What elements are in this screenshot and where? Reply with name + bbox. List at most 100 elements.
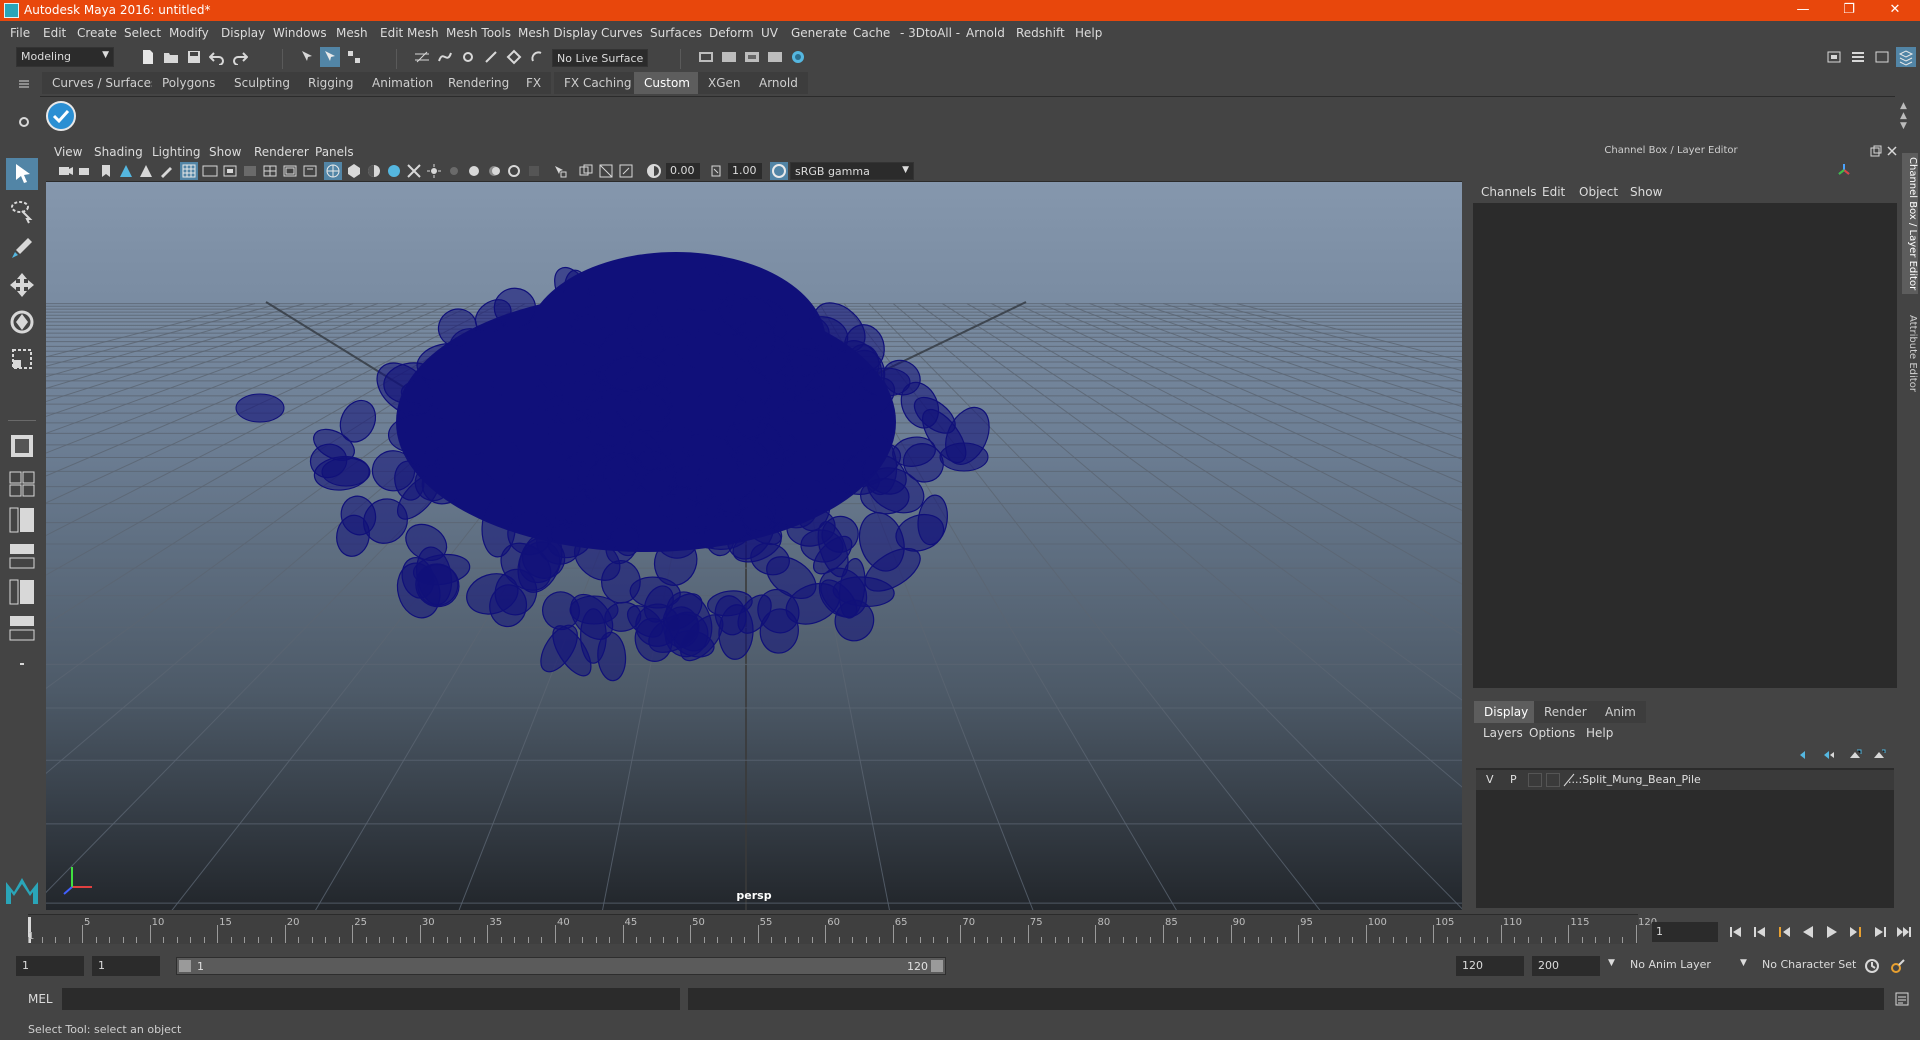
menu-arnold[interactable]: Arnold xyxy=(966,26,1005,40)
restore-button[interactable]: ❐ xyxy=(1826,0,1872,21)
tab-arnold[interactable]: Arnold xyxy=(749,72,808,94)
layer-row[interactable]: V P ...:Split_Mung_Bean_Pile xyxy=(1476,770,1894,790)
persp-hypershade-layout-button[interactable] xyxy=(6,576,38,608)
modeling-toolkit-icon[interactable] xyxy=(1826,49,1842,65)
playback-start-field[interactable]: 1 xyxy=(92,956,160,976)
shelf-scroll-arrows[interactable]: ▲ ▲ ▼ xyxy=(1900,101,1907,131)
rotate-tool-button[interactable] xyxy=(6,306,38,338)
menu-uv[interactable]: UV xyxy=(761,26,778,40)
camera-select-icon[interactable] xyxy=(58,163,74,179)
new-scene-icon[interactable] xyxy=(140,49,156,65)
animation-start-field[interactable]: 1 xyxy=(16,956,84,976)
animation-preferences-icon[interactable] xyxy=(1890,958,1906,974)
viewport-menu-panels[interactable]: Panels xyxy=(315,145,354,159)
go-to-end-icon[interactable] xyxy=(1895,923,1913,941)
render-settings-icon[interactable] xyxy=(744,49,760,65)
safe-title-icon[interactable] xyxy=(302,163,318,179)
grid-toggle-button[interactable] xyxy=(180,162,198,180)
use-all-lights-icon[interactable] xyxy=(426,163,442,179)
step-back-key-icon[interactable] xyxy=(1751,923,1769,941)
layer-menu-options[interactable]: Options xyxy=(1529,726,1575,740)
menu-cache[interactable]: Cache xyxy=(853,26,890,40)
playback-end-field[interactable]: 120 xyxy=(1456,956,1524,976)
shelf-menu-icon[interactable] xyxy=(16,76,32,92)
channel-menu-object[interactable]: Object xyxy=(1579,185,1618,199)
animation-end-field[interactable]: 200 xyxy=(1532,956,1600,976)
command-input[interactable] xyxy=(62,988,680,1010)
go-to-start-icon[interactable] xyxy=(1727,923,1745,941)
menu-surfaces[interactable]: Surfaces xyxy=(650,26,702,40)
layer-tab-anim[interactable]: Anim xyxy=(1595,701,1646,723)
paint-select-tool-button[interactable] xyxy=(6,232,38,264)
motion-blur-icon[interactable] xyxy=(486,163,502,179)
manipulator-icon[interactable] xyxy=(1836,162,1852,178)
live-surface-field[interactable]: No Live Surface xyxy=(552,49,648,67)
outliner-persp-layout-button[interactable] xyxy=(6,612,38,644)
screen-space-ao-icon[interactable] xyxy=(466,163,482,179)
layer-menu-layers[interactable]: Layers xyxy=(1483,726,1523,740)
side-tab-attribute-editor[interactable]: Attribute Editor xyxy=(1902,311,1918,396)
undo-icon[interactable] xyxy=(209,49,225,65)
menu-mesh[interactable]: Mesh xyxy=(336,26,368,40)
script-editor-icon[interactable] xyxy=(1894,991,1910,1007)
use-default-material-icon[interactable] xyxy=(366,163,382,179)
menu-redshift[interactable]: Redshift xyxy=(1016,26,1065,40)
gate-mask-icon[interactable] xyxy=(242,163,258,179)
move-layer-down-icon[interactable] xyxy=(1822,748,1836,762)
viewport-menu-view[interactable]: View xyxy=(54,145,82,159)
ipr-render-icon[interactable] xyxy=(721,49,737,65)
current-frame-field[interactable]: 1 xyxy=(1652,922,1718,942)
film-gate-icon[interactable] xyxy=(202,163,218,179)
persp-outliner-layout-button[interactable] xyxy=(6,504,38,536)
layer-tab-render[interactable]: Render xyxy=(1534,701,1597,723)
perspective-viewport[interactable]: persp xyxy=(46,182,1462,910)
snap-to-grid-icon[interactable] xyxy=(414,49,430,65)
select-tool-button[interactable] xyxy=(6,158,38,190)
xray-joints-icon[interactable] xyxy=(618,163,634,179)
character-set-dropdown[interactable]: ▼ No Character Set xyxy=(1740,956,1862,976)
viewport-menu-lighting[interactable]: Lighting xyxy=(152,145,201,159)
make-live-icon[interactable] xyxy=(506,49,522,65)
layer-color-swatch[interactable] xyxy=(1546,773,1560,787)
range-start-handle[interactable] xyxy=(179,960,191,972)
camera-attributes-icon[interactable] xyxy=(78,163,94,179)
tab-animation[interactable]: Animation xyxy=(362,72,444,94)
bookmark-icon[interactable] xyxy=(98,163,114,179)
color-management-toggle[interactable] xyxy=(770,162,788,180)
menu-deform[interactable]: Deform xyxy=(709,26,754,40)
menu-file[interactable]: File xyxy=(10,26,30,40)
field-chart-icon[interactable] xyxy=(262,163,278,179)
channel-menu-channels[interactable]: Channels xyxy=(1481,185,1537,199)
save-scene-icon[interactable] xyxy=(186,49,202,65)
time-slider[interactable]: 1 5 10 15 20 25 30 35 40 45 50 55 60 65 70 75 80 85 90 95 1… xyxy=(28,914,1657,944)
anti-aliasing-icon[interactable] xyxy=(506,163,522,179)
step-back-frame-icon[interactable] xyxy=(1775,923,1793,941)
menu-edit-mesh[interactable]: Edit Mesh xyxy=(380,26,439,40)
minimize-button[interactable]: — xyxy=(1780,0,1826,21)
redo-icon[interactable] xyxy=(232,49,248,65)
float-panel-icon[interactable] xyxy=(1870,145,1882,157)
move-tool-button[interactable] xyxy=(6,269,38,301)
grease-pencil-icon[interactable] xyxy=(158,163,174,179)
viewport-menu-show[interactable]: Show xyxy=(209,145,241,159)
toolbox-more-button[interactable] xyxy=(6,648,38,680)
menu-curves[interactable]: Curves xyxy=(601,26,643,40)
tab-custom[interactable]: Custom xyxy=(634,72,700,94)
step-forward-frame-icon[interactable] xyxy=(1847,923,1865,941)
hypershade-icon[interactable] xyxy=(767,49,783,65)
new-layer-from-selection-icon[interactable] xyxy=(1872,748,1886,762)
split-mung-bean-pile-mesh[interactable] xyxy=(235,252,998,682)
viewport-menu-shading[interactable]: Shading xyxy=(94,145,143,159)
menu-generate[interactable]: Generate xyxy=(791,26,847,40)
tab-xgen[interactable]: XGen xyxy=(698,72,751,94)
step-forward-key-icon[interactable] xyxy=(1871,923,1889,941)
layer-name[interactable]: ...:Split_Mung_Bean_Pile xyxy=(1568,773,1701,786)
xray-icon[interactable] xyxy=(578,163,594,179)
four-view-layout-button[interactable] xyxy=(6,468,38,500)
menu-create[interactable]: Create xyxy=(77,26,117,40)
menu-modify[interactable]: Modify xyxy=(169,26,209,40)
shelf-settings-icon[interactable] xyxy=(16,114,32,130)
safe-action-icon[interactable] xyxy=(282,163,298,179)
xray-active-components-icon[interactable] xyxy=(598,163,614,179)
layer-tab-display[interactable]: Display xyxy=(1474,701,1539,723)
